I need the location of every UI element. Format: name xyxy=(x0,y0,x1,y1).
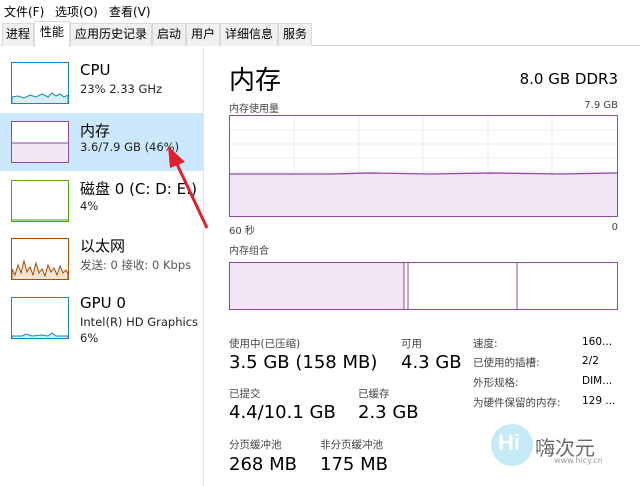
in-use-label: 使用中(已压缩) xyxy=(229,338,301,350)
sidebar-item-subtitle: 4% xyxy=(80,199,99,213)
slots-value: 2/2 xyxy=(582,355,599,367)
sidebar-item-cpu[interactable]: CPU 23% 2.33 GHz xyxy=(0,57,203,115)
watermark-logo-icon: Hi xyxy=(491,424,533,466)
sidebar-item-title: 以太网 xyxy=(80,237,126,255)
tab-startup[interactable]: 启动 xyxy=(152,23,186,46)
cached-value: 2.3 GB xyxy=(358,402,419,423)
disk-thumbnail-graph xyxy=(11,180,69,222)
ethernet-thumbnail-graph xyxy=(11,238,69,280)
sidebar-item-subtitle: 发送: 0 接收: 0 Kbps xyxy=(80,258,192,272)
nonpaged-pool-value: 175 MB xyxy=(320,454,388,475)
sidebar: CPU 23% 2.33 GHz 内存 3.6/7.9 GB (46%) 磁盘 … xyxy=(0,47,204,486)
sidebar-item-title: 内存 xyxy=(80,122,111,140)
hardware-reserved-label: 为硬件保留的内存: xyxy=(473,397,561,409)
sidebar-item-subtitle: Intel(R) HD Graphics 4 xyxy=(80,315,202,329)
available-label: 可用 xyxy=(401,338,422,350)
form-factor-label: 外形规格: xyxy=(473,377,519,389)
cached-label: 已缓存 xyxy=(358,388,390,400)
page-title: 内存 xyxy=(229,66,282,96)
sidebar-item-gpu[interactable]: GPU 0 Intel(R) HD Graphics 4 6% xyxy=(0,291,203,355)
gpu-thumbnail-graph xyxy=(11,297,69,339)
speed-value: 160... xyxy=(582,336,613,348)
sidebar-item-title: GPU 0 xyxy=(80,294,126,312)
tab-services[interactable]: 服务 xyxy=(278,23,312,46)
speed-label: 速度: xyxy=(473,338,498,350)
hardware-reserved-value: 129 ... xyxy=(582,395,616,407)
nonpaged-pool-label: 非分页缓冲池 xyxy=(320,439,383,451)
committed-value: 4.4/10.1 GB xyxy=(229,402,336,423)
menu-bar: 文件(F) 选项(O) 查看(V) xyxy=(0,0,640,20)
tab-performance[interactable]: 性能 xyxy=(34,21,70,47)
graph-time-right: 0 xyxy=(611,222,618,233)
tab-app-history[interactable]: 应用历史记录 xyxy=(70,23,152,46)
composition-label: 内存组合 xyxy=(229,246,269,257)
cpu-thumbnail-graph xyxy=(11,62,69,104)
paged-pool-label: 分页缓冲池 xyxy=(229,439,282,451)
memory-composition-bar xyxy=(229,262,618,310)
sidebar-item-title: CPU xyxy=(80,61,111,79)
sidebar-item-subtitle: 23% 2.33 GHz xyxy=(80,82,163,96)
graph-max: 7.9 GB xyxy=(584,100,618,111)
graph-time-left: 60 秒 xyxy=(229,226,255,237)
form-factor-value: DIM... xyxy=(582,375,613,387)
available-value: 4.3 GB xyxy=(401,352,462,373)
watermark-url: www.hicy.cn xyxy=(554,456,603,465)
paged-pool-value: 268 MB xyxy=(229,454,297,475)
tab-processes[interactable]: 进程 xyxy=(2,23,34,46)
tab-bar: 进程 性能 应用历史记录 启动 用户 详细信息 服务 xyxy=(0,21,640,47)
sidebar-item-ethernet[interactable]: 以太网 发送: 0 接收: 0 Kbps xyxy=(0,233,203,291)
annotation-arrow-icon xyxy=(168,146,209,229)
memory-spec: 8.0 GB DDR3 xyxy=(519,70,618,88)
menu-options[interactable]: 选项(O) xyxy=(55,3,98,20)
in-use-value: 3.5 GB (158 MB) xyxy=(229,352,378,373)
memory-thumbnail-graph xyxy=(11,121,69,163)
sidebar-item-usage: 6% xyxy=(80,331,99,345)
graph-label: 内存使用量 xyxy=(229,104,279,115)
tab-users[interactable]: 用户 xyxy=(186,23,220,46)
slots-label: 已使用的插槽: xyxy=(473,357,540,369)
memory-usage-graph xyxy=(229,115,618,217)
watermark-logo-text: Hi xyxy=(498,430,520,455)
menu-file[interactable]: 文件(F) xyxy=(4,3,44,20)
menu-view[interactable]: 查看(V) xyxy=(109,3,151,20)
committed-label: 已提交 xyxy=(229,388,261,400)
tab-details[interactable]: 详细信息 xyxy=(220,23,278,46)
